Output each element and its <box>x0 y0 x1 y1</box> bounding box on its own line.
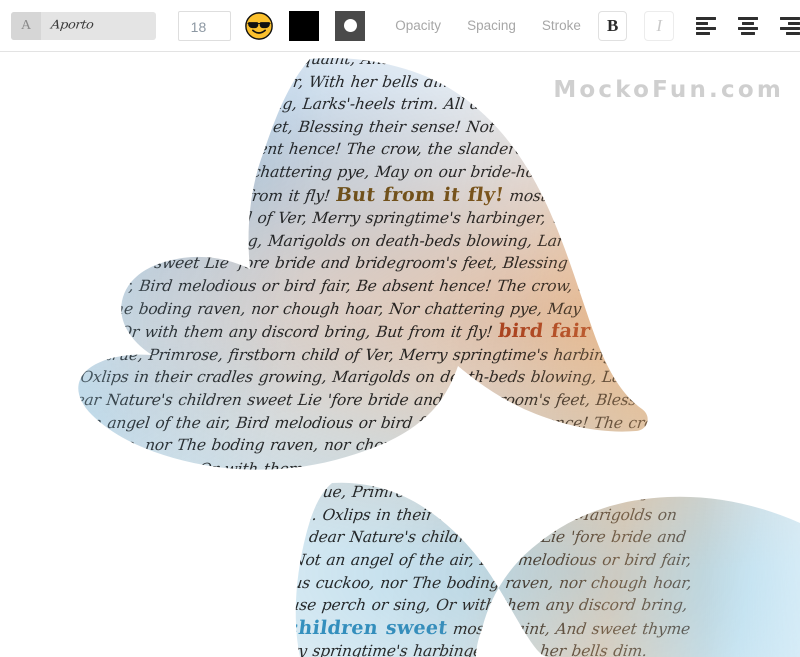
design-canvas[interactable]: MockoFun.com Bridal Song ROSES most quai… <box>0 53 800 657</box>
italic-button[interactable]: I <box>644 10 675 41</box>
font-family-value: Aporto <box>50 18 95 33</box>
font-size-input[interactable]: 18 <box>177 10 232 41</box>
align-right-icon[interactable] <box>780 15 800 37</box>
align-left-icon[interactable] <box>696 15 717 37</box>
stroke-swatch-dot <box>343 19 357 32</box>
word-art-text: Bridal Song ROSES most quaint, And sweet… <box>0 53 770 657</box>
fill-color-swatch[interactable] <box>289 10 320 41</box>
mockofun-watermark: MockoFun.com <box>553 77 784 103</box>
word-art-highlight: But from it fly! <box>334 183 506 206</box>
spacing-button[interactable]: Spacing <box>467 18 516 33</box>
word-art-portrait[interactable]: Bridal Song ROSES most quaint, And sweet… <box>0 53 800 657</box>
text-toolbar: A Aporto 18 Opacity Spacing Stroke B I <box>0 0 800 52</box>
stroke-button[interactable]: Stroke <box>542 18 581 33</box>
font-letter-icon: A <box>11 11 41 40</box>
font-family-picker[interactable]: A Aporto <box>11 11 156 40</box>
word-art-highlight: bird fair <box>496 320 592 343</box>
word-art-highlight: All dear Nature's children sweet <box>89 616 449 639</box>
bold-button[interactable]: B <box>597 10 628 41</box>
word-art-clip-region: Bridal Song ROSES most quaint, And sweet… <box>0 53 800 657</box>
word-art-highlight: Bridal Song ROSES <box>0 456 710 503</box>
stroke-color-swatch[interactable] <box>335 10 366 41</box>
opacity-button[interactable]: Opacity <box>395 18 441 33</box>
sunglasses-smiley-icon[interactable] <box>245 11 274 41</box>
word-art-highlight: Bridal Song ROSES <box>37 53 255 69</box>
align-center-icon[interactable] <box>738 15 759 37</box>
